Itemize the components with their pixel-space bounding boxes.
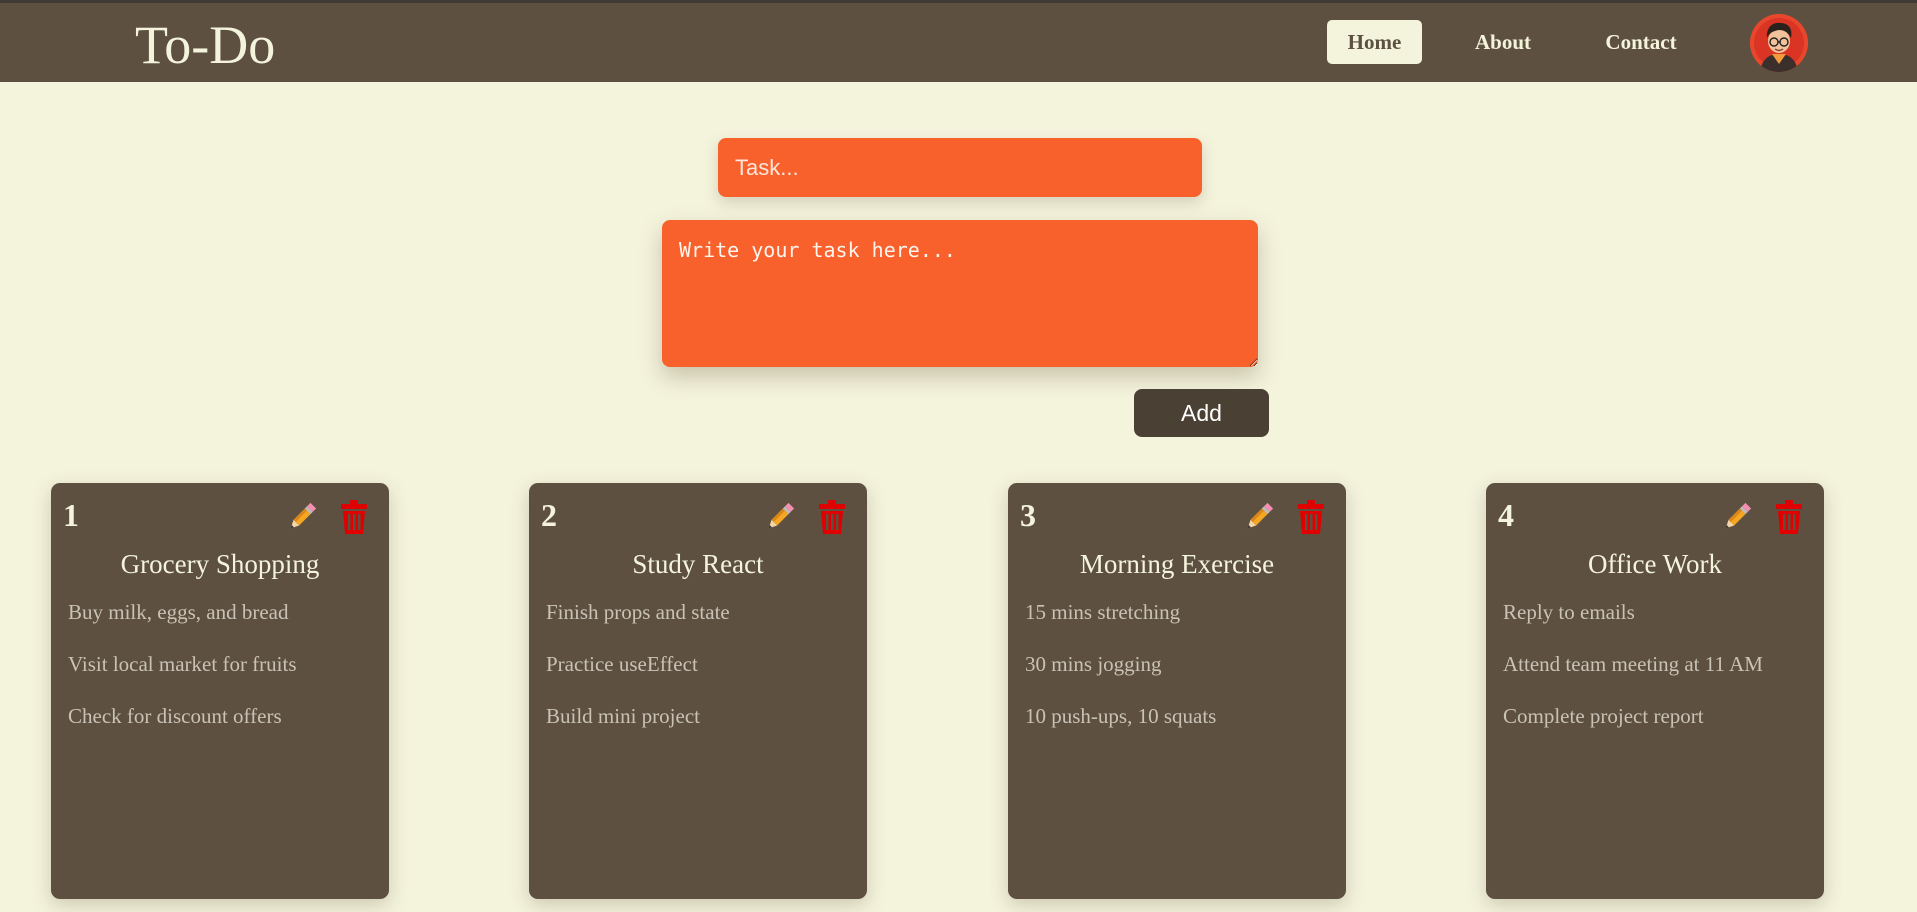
task-item: 30 mins jogging (1025, 652, 1162, 676)
brand-title: To-Do (135, 15, 276, 75)
task-item-list: 15 mins stretching 30 mins jogging 10 pu… (1025, 600, 1216, 756)
task-item: Complete project report (1503, 704, 1704, 728)
trash-icon[interactable] (1296, 499, 1330, 535)
task-item: Build mini project (546, 704, 700, 728)
navbar: To-Do Home About Contact (0, 3, 1917, 82)
task-card: 1 Grocery Shopping Buy milk, eggs, and b… (51, 483, 389, 899)
task-item: Buy milk, eggs, and bread (68, 600, 289, 624)
task-number: 1 (63, 497, 79, 533)
task-title: Office Work (1587, 549, 1723, 579)
nav-link-contact[interactable]: Contact (1588, 20, 1694, 64)
add-task-button[interactable]: Add (1134, 389, 1269, 437)
task-item: Reply to emails (1503, 600, 1635, 624)
pencil-icon[interactable] (1720, 499, 1754, 535)
task-item: Practice useEffect (546, 652, 698, 676)
pencil-icon[interactable] (763, 499, 797, 535)
task-title-input[interactable] (718, 138, 1202, 197)
task-item: Attend team meeting at 11 AM (1503, 652, 1763, 676)
trash-icon[interactable] (1774, 499, 1808, 535)
task-item-list: Reply to emails Attend team meeting at 1… (1503, 600, 1763, 756)
task-number: 4 (1498, 497, 1514, 533)
trash-icon[interactable] (817, 499, 851, 535)
task-item: Check for discount offers (68, 704, 282, 728)
task-item: Finish props and state (546, 600, 730, 624)
task-item-list: Finish props and state Practice useEffec… (546, 600, 730, 756)
task-number: 2 (541, 497, 557, 533)
task-item-list: Buy milk, eggs, and bread Visit local ma… (68, 600, 297, 756)
task-item: 10 push-ups, 10 squats (1025, 704, 1217, 728)
pencil-icon[interactable] (285, 499, 319, 535)
nav-link-home[interactable]: Home (1327, 20, 1422, 64)
task-item: 15 mins stretching (1025, 600, 1181, 624)
task-card: 4 Office Work Reply to emails Attend tea… (1486, 483, 1824, 899)
pencil-icon[interactable] (1242, 499, 1276, 535)
task-body-textarea[interactable] (662, 220, 1258, 367)
task-card: 3 Morning Exercise 15 mins stretching 30… (1008, 483, 1346, 899)
user-avatar-icon[interactable] (1750, 14, 1808, 72)
task-title: Grocery Shopping (120, 549, 320, 579)
trash-icon[interactable] (339, 499, 373, 535)
task-card: 2 Study React Finish props and state Pra… (529, 483, 867, 899)
task-title: Morning Exercise (1079, 549, 1275, 579)
task-number: 3 (1020, 497, 1036, 533)
task-item: Visit local market for fruits (68, 652, 297, 676)
nav-link-about[interactable]: About (1459, 20, 1547, 64)
task-title: Study React (632, 549, 764, 579)
